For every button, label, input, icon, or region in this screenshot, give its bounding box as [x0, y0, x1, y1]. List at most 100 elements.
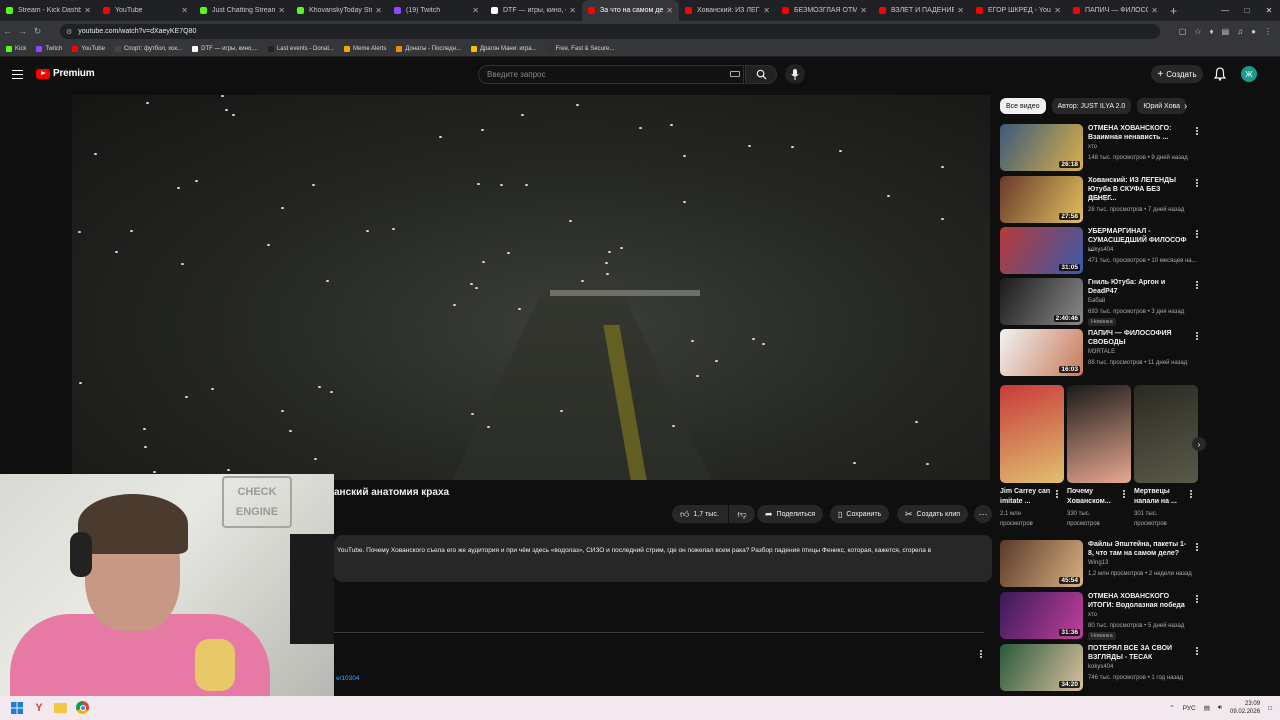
file-explorer-icon[interactable]: [53, 700, 69, 716]
video-more-icon[interactable]: [1196, 646, 1199, 656]
tab-close-icon[interactable]: ✕: [84, 6, 91, 15]
browser-tab[interactable]: За что на самом деле✕: [582, 0, 679, 21]
bookmark-item[interactable]: Спорт: футбол, хок...: [114, 45, 182, 52]
extensions-icon[interactable]: ♦: [1210, 27, 1214, 36]
description-link[interactable]: e/10304: [336, 675, 360, 682]
search-button[interactable]: [745, 65, 777, 84]
bookmark-item[interactable]: DTF — игры, кино,...: [192, 45, 258, 52]
install-icon[interactable]: ▢: [1179, 27, 1187, 36]
browser-tab[interactable]: YouTube ✕: [97, 0, 194, 21]
browser-tab[interactable]: KhovanskyToday Stream✕: [291, 0, 388, 21]
tab-close-icon[interactable]: ✕: [569, 6, 576, 15]
browser-tab[interactable]: ПАПИЧ — ФИЛОСОФИЯ✕: [1067, 0, 1164, 21]
video-title[interactable]: ОТМЕНА ХОВАНСКОГО ИТОГИ: Водолазная побе…: [1088, 592, 1188, 610]
tab-close-icon[interactable]: ✕: [763, 6, 770, 15]
video-thumbnail[interactable]: 16:03: [1000, 329, 1083, 376]
tab-close-icon[interactable]: ✕: [472, 6, 479, 15]
new-tab-button[interactable]: +: [1164, 4, 1183, 18]
recommended-video[interactable]: 34:20 ПОТЕРЯЛ ВСЕ ЗА СВОИ ВЗГЛЯДЫ - ТЕСАК…: [1000, 644, 1200, 692]
short-thumbnail[interactable]: [1000, 385, 1064, 483]
channel-name[interactable]: kokys404: [1088, 664, 1113, 670]
chips-next-icon[interactable]: ›: [1184, 101, 1187, 112]
channel-name[interactable]: Бабай: [1088, 298, 1105, 304]
bookmark-item[interactable]: YouTube: [72, 45, 105, 52]
channel-name[interactable]: kokys404: [1088, 247, 1113, 253]
youtube-logo[interactable]: Premium: [36, 68, 95, 79]
tab-close-icon[interactable]: ✕: [181, 6, 188, 15]
filter-chip[interactable]: Юрий Хова: [1137, 98, 1187, 114]
search-input[interactable]: Введите запрос: [478, 65, 744, 84]
language-indicator[interactable]: РУС: [1183, 705, 1196, 712]
short-title[interactable]: Jim Carrey can imitate ...: [1000, 487, 1056, 507]
keyboard-icon[interactable]: [730, 71, 740, 77]
tab-close-icon[interactable]: ✕: [1054, 6, 1061, 15]
voice-search-button[interactable]: [785, 64, 805, 84]
short-thumbnail[interactable]: [1067, 385, 1131, 483]
reload-icon[interactable]: ↻: [30, 26, 45, 37]
minimize-icon[interactable]: —: [1214, 6, 1236, 15]
browser-tab[interactable]: (19) Twitch ✕: [388, 0, 485, 21]
video-thumbnail[interactable]: 34:20: [1000, 644, 1083, 691]
create-button[interactable]: + Создать: [1151, 65, 1203, 83]
bookmark-item[interactable]: Драгон Мани: игра...: [470, 45, 537, 52]
video-more-icon[interactable]: [1196, 594, 1199, 604]
dislike-button[interactable]: 👎︎: [729, 505, 755, 523]
video-player[interactable]: [72, 95, 990, 480]
browser-tab[interactable]: DTF — игры, кино, сериалы✕: [485, 0, 582, 21]
video-title[interactable]: ПОТЕРЯЛ ВСЕ ЗА СВОИ ВЗГЛЯДЫ - ТЕСАК: [1088, 644, 1188, 662]
comment-more-icon[interactable]: [980, 649, 983, 659]
bookmark-item[interactable]: Twitch: [36, 45, 62, 52]
video-thumbnail[interactable]: 31:36: [1000, 592, 1083, 639]
browser-menu-icon[interactable]: ⋮: [1264, 27, 1272, 36]
video-more-icon[interactable]: [1196, 126, 1199, 136]
volume-icon[interactable]: 🔊︎: [1218, 704, 1222, 712]
short-thumbnail[interactable]: [1134, 385, 1198, 483]
channel-name[interactable]: M3RTALE: [1088, 349, 1115, 355]
bookmark-item[interactable]: Last events - Donat...: [267, 45, 334, 52]
notifications-bell-icon[interactable]: [1214, 67, 1226, 81]
video-title[interactable]: Файлы Эпштейна, пакеты 1-8, что там на с…: [1088, 540, 1188, 558]
video-thumbnail[interactable]: 27:58: [1000, 176, 1083, 223]
hamburger-menu-icon[interactable]: [12, 70, 23, 79]
browser-tab[interactable]: ВЗЛЕТ И ПАДЕНИЕ ХОВАНСКОГО✕: [873, 0, 970, 21]
short-title[interactable]: Почему Хованском...: [1067, 487, 1123, 507]
video-more-icon[interactable]: [1196, 280, 1199, 290]
tab-close-icon[interactable]: ✕: [375, 6, 382, 15]
tab-close-icon[interactable]: ✕: [278, 6, 285, 15]
video-title[interactable]: ПАПИЧ — ФИЛОСОФИЯ СВОБОДЫ: [1088, 329, 1188, 347]
video-more-icon[interactable]: [1196, 178, 1199, 188]
video-title[interactable]: Гниль Ютуба: Аргон и DeadP47: [1088, 278, 1188, 296]
browser-tab[interactable]: Just Chatting Streaming✕: [194, 0, 291, 21]
video-thumbnail[interactable]: 31:05: [1000, 227, 1083, 274]
more-actions-button[interactable]: ⋯: [974, 505, 992, 523]
recommended-video[interactable]: 31:05 УБЕРМАРГИНАЛ - СУМАСШЕДШИЙ ФИЛОСОФ …: [1000, 227, 1200, 275]
tab-close-icon[interactable]: ✕: [666, 6, 673, 15]
recommended-video[interactable]: 27:58 Хованский: ИЗ ЛЕГЕНДЫ Ютуба В СКУФА…: [1000, 176, 1200, 224]
video-more-icon[interactable]: [1196, 542, 1199, 552]
close-icon[interactable]: ✕: [1258, 6, 1280, 15]
short-more-icon[interactable]: [1056, 489, 1059, 499]
yandex-browser-icon[interactable]: Y: [31, 700, 47, 716]
share-button[interactable]: ➦ Поделиться: [757, 505, 824, 523]
recommended-video[interactable]: 45:54 Файлы Эпштейна, пакеты 1-8, что там…: [1000, 540, 1200, 588]
browser-tab[interactable]: Stream - Kick Dashboard✕: [0, 0, 97, 21]
bookmark-item[interactable]: Донаты - Последн...: [396, 45, 461, 52]
channel-name[interactable]: хто: [1088, 612, 1097, 618]
recommended-video[interactable]: 16:03 ПАПИЧ — ФИЛОСОФИЯ СВОБОДЫ M3RTALE 88 …: [1000, 329, 1200, 377]
notifications-icon[interactable]: □: [1268, 705, 1272, 712]
media-icon[interactable]: ♫: [1237, 27, 1243, 36]
profile-icon[interactable]: ●: [1251, 27, 1256, 36]
recommended-video[interactable]: 2:40:46 Гниль Ютуба: Аргон и DeadP47 Бабай…: [1000, 278, 1200, 326]
video-thumbnail[interactable]: 45:54: [1000, 540, 1083, 587]
address-bar[interactable]: ⚙ youtube.com/watch?v=dXaeyKE7Q80: [60, 24, 1160, 39]
tray-expand-icon[interactable]: ⌃: [1169, 704, 1174, 712]
site-info-icon[interactable]: ⚙: [66, 28, 72, 36]
chrome-icon[interactable]: [75, 700, 91, 716]
video-thumbnail[interactable]: 26:18: [1000, 124, 1083, 171]
save-button[interactable]: ▯ Сохранить: [830, 505, 890, 523]
clock[interactable]: 23:09 09.02.2026: [1230, 700, 1260, 716]
bookmark-item[interactable]: Kick: [6, 45, 26, 52]
video-thumbnail[interactable]: 2:40:46: [1000, 278, 1083, 325]
bookmark-star-icon[interactable]: ☆: [1194, 27, 1201, 36]
video-more-icon[interactable]: [1196, 331, 1199, 341]
